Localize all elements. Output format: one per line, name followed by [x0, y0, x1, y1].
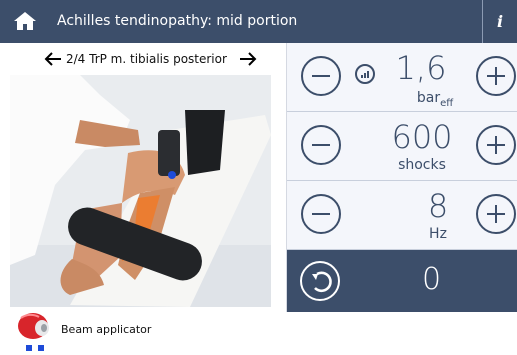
beam-applicator-icon — [18, 313, 49, 339]
page-title: Achilles tendinopathy: mid portion — [57, 13, 298, 29]
parameter-panel: 1,6 bareff 600 shocks 8 Hz 0 — [287, 43, 517, 312]
pressure-row: 1,6 bareff — [287, 43, 517, 112]
frequency-value: 8 — [427, 187, 449, 225]
applicator-indicator-dots — [26, 345, 46, 353]
reset-counter-button[interactable] — [300, 261, 340, 301]
treatment-panel: 2/4 TrP m. tibialis posterior Beam appli… — [0, 43, 287, 351]
arrow-right-icon[interactable] — [238, 49, 258, 69]
frequency-unit: Hz — [429, 226, 447, 242]
treatment-photo — [10, 75, 271, 307]
pressure-decrease-button[interactable] — [301, 56, 341, 96]
frequency-row: 8 Hz — [287, 181, 517, 250]
applicator-label: Beam applicator — [61, 323, 152, 336]
frequency-decrease-button[interactable] — [301, 194, 341, 234]
shocks-value: 600 — [391, 118, 453, 156]
applicator-selector[interactable]: Beam applicator — [0, 307, 286, 355]
pressure-value: 1,6 — [395, 49, 447, 87]
counter-bar: 0 — [287, 250, 517, 312]
shocks-decrease-button[interactable] — [301, 125, 341, 165]
pressure-unit-base: bar — [416, 90, 441, 106]
reset-icon — [312, 271, 332, 293]
pressure-unit: bareff — [385, 89, 485, 113]
frequency-increase-button[interactable] — [476, 194, 516, 234]
home-icon[interactable] — [13, 11, 37, 31]
treatment-point-label: 2/4 TrP m. tibialis posterior — [66, 52, 227, 66]
shocks-row: 600 shocks — [287, 112, 517, 181]
indicator-dot — [26, 345, 32, 351]
pressure-increase-button[interactable] — [476, 56, 516, 96]
shocks-unit: shocks — [398, 157, 446, 173]
shock-counter: 0 — [422, 262, 442, 297]
shocks-increase-button[interactable] — [476, 125, 516, 165]
info-button[interactable]: i — [482, 0, 517, 43]
top-bar: Achilles tendinopathy: mid portion i — [0, 0, 517, 43]
treatment-navigation: 2/4 TrP m. tibialis posterior — [0, 43, 286, 75]
arrow-left-icon[interactable] — [43, 49, 63, 69]
indicator-dot — [38, 345, 44, 351]
pressure-unit-subscript: eff — [440, 98, 454, 109]
